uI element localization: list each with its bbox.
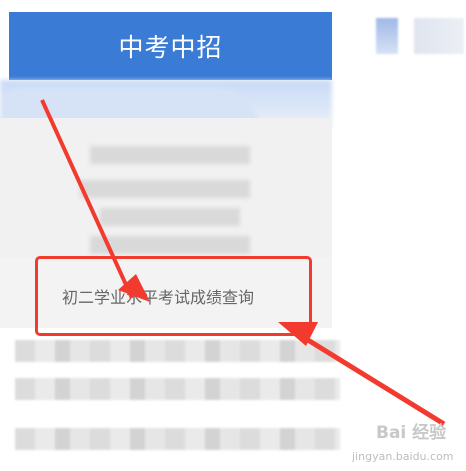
watermark-logo: Bai 经验	[376, 423, 447, 443]
red-arrow-icon	[40, 99, 134, 299]
annotation-arrows	[40, 99, 446, 427]
watermark-url: jingyan.baidu.com	[352, 450, 454, 463]
red-arrow-icon	[293, 329, 446, 427]
